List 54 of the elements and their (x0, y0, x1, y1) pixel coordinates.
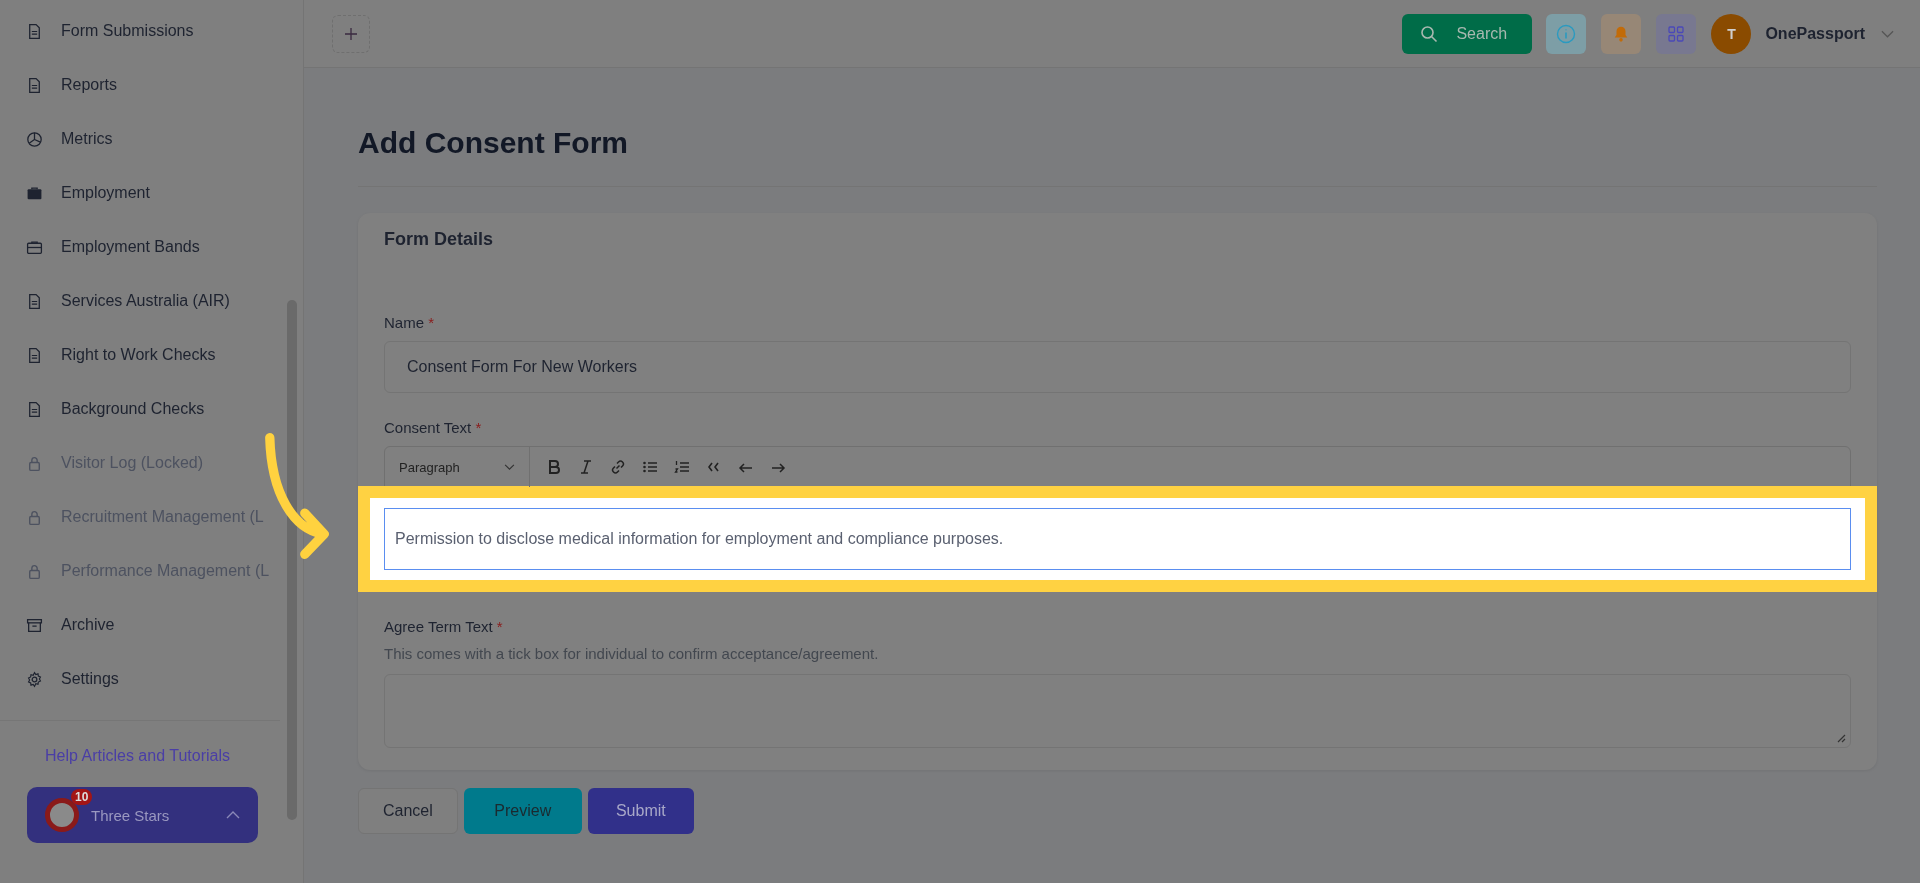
plus-icon (344, 26, 358, 41)
grid-icon (1668, 25, 1685, 42)
italic-icon[interactable] (578, 459, 594, 475)
sidebar-item[interactable]: Background Checks (0, 382, 288, 436)
resize-handle-icon[interactable] (1836, 733, 1846, 743)
document-icon (26, 400, 43, 418)
numbered-list-icon[interactable] (674, 459, 690, 475)
document-icon (26, 292, 43, 310)
lock-icon (26, 508, 43, 526)
section-title: Form Details (384, 229, 495, 250)
document-icon (26, 22, 43, 40)
page-title: Add Consent Form (358, 126, 629, 160)
field-label: Consent Text * (384, 419, 483, 436)
sidebar-item[interactable]: Archive (0, 598, 288, 652)
info-icon (1556, 23, 1577, 44)
sidebar-item[interactable]: Settings (0, 652, 288, 706)
scrollbar[interactable] (287, 300, 297, 820)
lock-icon (26, 454, 43, 472)
document-icon (26, 76, 43, 94)
field-label: Name * (384, 314, 436, 331)
account-name: Three Stars (91, 806, 171, 824)
account-card[interactable]: 10 Three Stars (27, 787, 258, 843)
form-button[interactable]: Preview (463, 788, 582, 834)
agree-term-text-field[interactable] (384, 674, 1851, 748)
archive-icon (26, 616, 43, 634)
form-button[interactable]: Cancel (358, 788, 458, 834)
bullet-list-icon[interactable] (642, 459, 658, 475)
help-link[interactable]: Help Articles and Tutorials (45, 747, 230, 765)
settings-icon (26, 670, 43, 688)
pie-chart-icon (26, 130, 43, 148)
add-button[interactable] (332, 14, 370, 53)
name-field[interactable]: Consent Form For New Workers (384, 341, 1851, 393)
search-icon (1420, 24, 1439, 43)
sidebar-item[interactable]: Metrics (0, 112, 288, 166)
document-icon (26, 346, 43, 364)
sidebar-item[interactable]: Reports (0, 58, 288, 112)
link-icon[interactable] (610, 459, 626, 475)
bold-icon[interactable] (546, 459, 562, 475)
sidebar-item[interactable]: Right to Work Checks (0, 328, 288, 382)
notification-badge: 10 (71, 789, 93, 805)
user-name[interactable]: OnePassport (1765, 24, 1865, 43)
field-hint: This comes with a tick box for individual to confirm acceptance/agreement. (384, 645, 880, 662)
sidebar-item[interactable]: Employment Bands (0, 220, 288, 274)
chevron-up-icon (226, 811, 240, 819)
chevron-down-icon (504, 463, 515, 471)
search-button[interactable]: Search (1402, 13, 1533, 54)
sidebar-item[interactable]: Form Submissions (0, 4, 288, 58)
form-button[interactable]: Submit (587, 788, 694, 834)
consent-text-editor[interactable]: Permission to disclose medical information for employment and compliance purposes. (384, 508, 1851, 570)
sidebar-item[interactable]: Services Australia (AIR) (0, 274, 288, 328)
sidebar-item[interactable]: Employment (0, 166, 288, 220)
field-label: Agree Term Text * (384, 618, 504, 635)
user-avatar[interactable]: T (1711, 13, 1752, 54)
lock-icon (26, 562, 43, 580)
